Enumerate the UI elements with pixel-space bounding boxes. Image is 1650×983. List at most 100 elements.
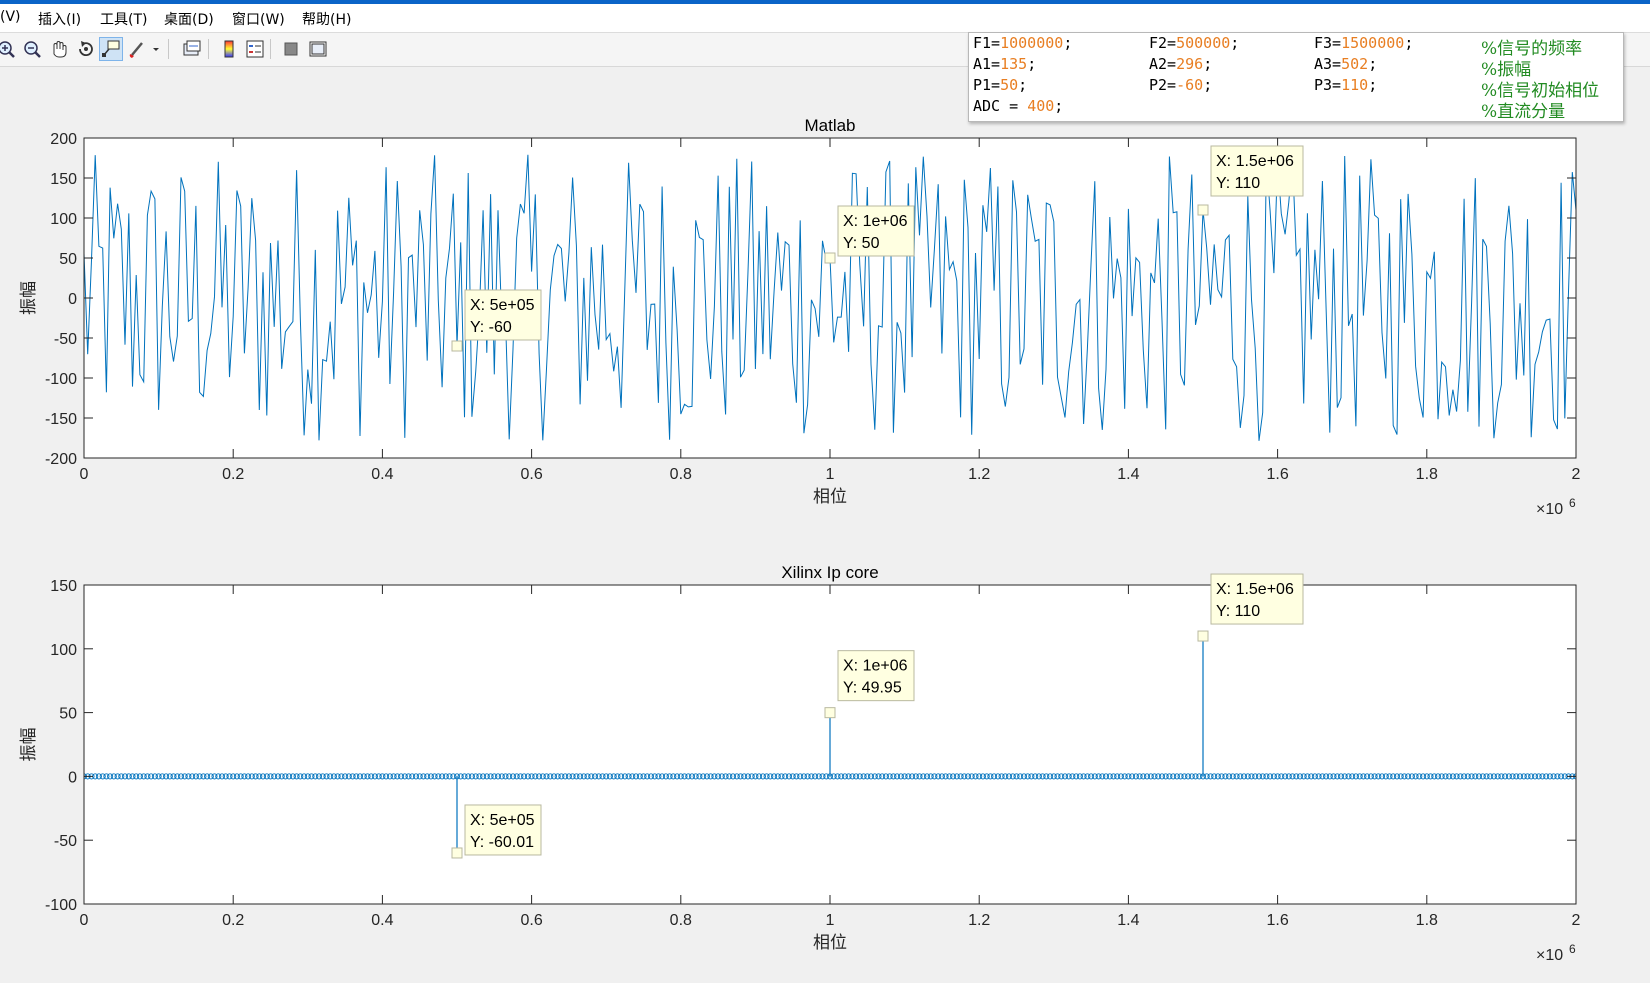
datatip[interactable]: X: 5e+05 Y: -60.01 — [451, 804, 542, 859]
y-tick-label: 50 — [59, 706, 77, 723]
x-tick-label: 1.8 — [1416, 912, 1438, 929]
link-plot-icon[interactable] — [180, 37, 204, 61]
x-axis-label: 相位 — [813, 487, 847, 506]
x-tick-label: 0.4 — [371, 912, 393, 929]
y-tick-label: -150 — [45, 411, 77, 428]
x-tick-label: 0.4 — [371, 466, 393, 483]
y-tick-label: 50 — [59, 251, 77, 268]
zoom-in-icon[interactable] — [0, 37, 18, 61]
y-tick-label: 200 — [50, 131, 77, 148]
code-token: P2=-60; — [1149, 76, 1213, 94]
hide-plot-tools-icon[interactable] — [279, 37, 303, 61]
datatip-y-label: Y: 110 — [1216, 175, 1260, 192]
x-tick-label: 1.8 — [1416, 466, 1438, 483]
code-token: F1=1000000; — [973, 34, 1073, 52]
x-tick-label: 0 — [80, 912, 89, 929]
menu-item-4[interactable]: 窗口(W) — [232, 9, 285, 29]
pan-hand-icon[interactable] — [47, 37, 71, 61]
insert-colorbar-icon[interactable] — [217, 37, 241, 61]
datatip-x-label: X: 5e+05 — [470, 812, 535, 829]
x-tick-label: 2 — [1572, 912, 1581, 929]
code-snippet-overlay: F1=1000000; F2=500000; F3=1500000; %信号的频率 A1… — [968, 32, 1624, 122]
code-token: A1=135; — [973, 55, 1037, 73]
y-tick-label: -200 — [45, 451, 77, 468]
insert-legend-icon[interactable] — [243, 37, 267, 61]
y-axis-label: 振幅 — [19, 281, 38, 315]
code-token: ADC = 400; — [973, 97, 1064, 115]
data-cursor-icon[interactable] — [99, 37, 123, 61]
code-token: A2=296; — [1149, 55, 1213, 73]
x-exponent-power: 6 — [1569, 942, 1576, 956]
y-tick-label: 0 — [68, 769, 77, 786]
x-exponent-power: 6 — [1569, 496, 1576, 510]
x-axis-label: 相位 — [813, 933, 847, 952]
datatip-y-label: Y: 49.95 — [843, 680, 902, 697]
plot-background — [84, 138, 1576, 458]
y-tick-label: 100 — [50, 211, 77, 228]
x-tick-label: 0.6 — [520, 912, 542, 929]
datatip-x-label: X: 1e+06 — [843, 213, 908, 230]
y-tick-label: 0 — [68, 291, 77, 308]
datatip-marker — [824, 252, 836, 264]
show-plot-tools-icon[interactable] — [306, 37, 330, 61]
menu-item-0[interactable]: (V) — [0, 9, 21, 25]
code-token: %直流分量 — [1481, 102, 1566, 122]
zoom-out-icon[interactable] — [20, 37, 44, 61]
y-tick-label: -50 — [54, 331, 77, 348]
rotate-3d-icon[interactable] — [74, 37, 98, 61]
y-axis-label: 振幅 — [19, 728, 38, 762]
menu-item-5[interactable]: 帮助(H) — [302, 9, 351, 29]
x-tick-label: 0.8 — [670, 912, 692, 929]
x-tick-label: 1.2 — [968, 912, 990, 929]
y-tick-label: 150 — [50, 578, 77, 595]
axes-1: 0 0.2 0.4 0.6 0.8 1 1.2 1.4 1.6 1.8 2200150100500-… — [19, 116, 1581, 518]
datatip-marker — [824, 707, 836, 719]
datatip-x-label: X: 5e+05 — [470, 297, 535, 314]
x-tick-label: 1 — [826, 466, 835, 483]
code-token: P1=50; — [973, 76, 1028, 94]
x-tick-label: 1 — [826, 912, 835, 929]
chevron-down-icon[interactable] — [150, 37, 162, 61]
y-tick-label: -100 — [45, 371, 77, 388]
code-token: P3=110; — [1314, 76, 1378, 94]
datatip-marker — [1197, 630, 1209, 642]
y-tick-label: -50 — [54, 833, 77, 850]
x-tick-label: 0.2 — [222, 466, 244, 483]
x-tick-label: 0 — [80, 466, 89, 483]
datatip-x-label: X: 1.5e+06 — [1216, 153, 1294, 170]
y-tick-label: 150 — [50, 171, 77, 188]
axes-2: 0 0.2 0.4 0.6 0.8 1 1.2 1.4 1.6 1.8 2 150 100 50 0 -50 -… — [19, 563, 1581, 964]
x-exponent-label: ×10 — [1536, 501, 1563, 518]
figure-canvas: 0 0.2 0.4 0.6 0.8 1 1.2 1.4 1.6 1.8 2 200 150 100 50 0-… — [0, 66, 1650, 978]
menu-item-3[interactable]: 桌面(D) — [164, 9, 214, 29]
x-tick-label: 1.4 — [1117, 466, 1139, 483]
code-token: A3=502; — [1314, 55, 1378, 73]
datatip-y-label: Y: -60.01 — [470, 834, 534, 851]
x-exponent-label: ×10 — [1536, 947, 1563, 964]
axes-title: Matlab — [804, 116, 855, 135]
x-tick-label: 1.4 — [1117, 912, 1139, 929]
menu-item-2[interactable]: 工具(T) — [100, 9, 147, 29]
code-token: F2=500000; — [1149, 34, 1240, 52]
x-tick-label: 0.8 — [670, 466, 692, 483]
figure-svg: 0 0.2 0.4 0.6 0.8 1 1.2 1.4 1.6 1.8 2200150100500-… — [19, 116, 1581, 964]
datatip-marker — [1197, 204, 1209, 216]
y-tick-label: -100 — [45, 897, 77, 914]
code-token: F3=1500000; — [1314, 34, 1414, 52]
x-tick-label: 1.6 — [1266, 912, 1288, 929]
y-tick-label: 100 — [50, 642, 77, 659]
x-tick-label: 0.6 — [520, 466, 542, 483]
menu-item-1[interactable]: 插入(I) — [38, 9, 81, 29]
datatip-y-label: Y: 110 — [1216, 603, 1260, 620]
x-tick-label: 1.2 — [968, 466, 990, 483]
datatip-x-label: X: 1.5e+06 — [1216, 581, 1294, 598]
datatip-x-label: X: 1e+06 — [843, 658, 908, 675]
x-tick-label: 2 — [1572, 466, 1581, 483]
datatip-marker — [451, 340, 463, 352]
menu-bar: (V) 插入(I) 工具(T) 桌面(D) 窗口(W) 帮助(H) — [0, 4, 1650, 33]
datatip[interactable]: X: 1e+06 Y: 50 — [824, 205, 915, 264]
x-tick-label: 1.6 — [1266, 466, 1288, 483]
axes-title: Xilinx Ip core — [781, 563, 878, 582]
brush-icon[interactable] — [125, 37, 149, 61]
datatip-y-label: Y: -60 — [470, 319, 512, 336]
